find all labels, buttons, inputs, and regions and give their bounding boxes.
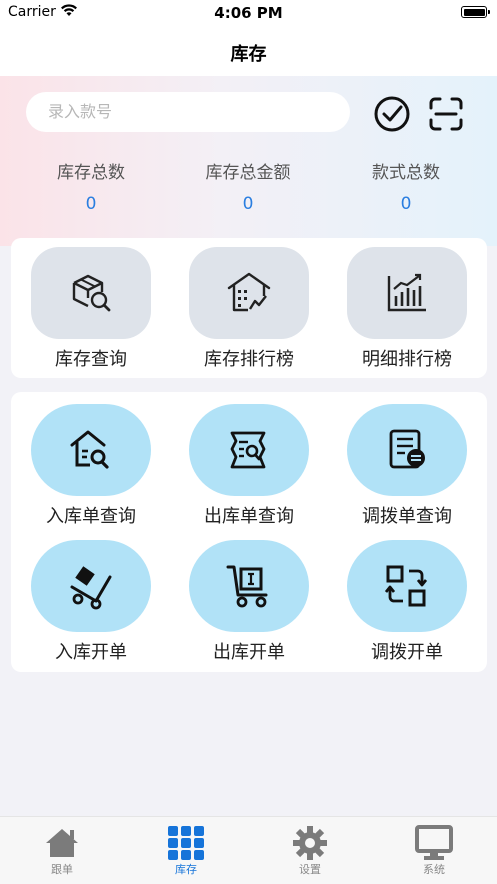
tile-label: 入库开单 [55,642,127,663]
search-input[interactable]: 录入款号 [26,92,350,132]
tile-bubble [189,404,309,496]
tile-inventory-ranking[interactable]: 库存排行榜 [169,247,329,371]
nav-bar: 库存 [0,28,497,76]
tile-label: 库存排行榜 [204,349,294,370]
stat-label: 款式总数 [372,163,440,183]
stat-value: 0 [400,194,412,214]
box-search-icon [72,274,111,312]
document-search-icon [230,431,266,469]
reports-card: 库存查询 库存排行榜 明细排行榜 [11,238,487,378]
status-bar: Carrier 4:06 PM [0,0,497,28]
tile-label: 调拨单查询 [362,506,452,527]
bar-chart-icon [387,273,426,312]
monitor-icon [415,825,453,860]
tab-bar: 跟单 库存 设置 系统 [0,816,497,884]
tile-label: 出库单查询 [204,506,294,527]
gear-icon [293,826,327,860]
check-circle-icon[interactable] [373,95,411,133]
tile-bubble [189,247,309,339]
tile-inventory-query[interactable]: 库存查询 [11,247,171,371]
tile-label: 明细排行榜 [362,349,452,370]
stat-total-count: 库存总数 0 [11,158,171,214]
stat-label: 库存总数 [57,163,125,183]
tile-bubble [347,404,467,496]
stat-style-count: 款式总数 0 [326,158,486,214]
scan-icon[interactable] [427,95,465,133]
stat-label: 库存总金额 [205,163,291,183]
home-icon [46,829,78,857]
tab-inventory[interactable]: 库存 [156,825,216,877]
tile-stock-in-query[interactable]: 入库单查询 [11,404,171,528]
grid-icon [168,826,204,860]
swap-icon [384,565,428,607]
tab-label: 设置 [299,863,321,876]
tile-detail-ranking[interactable]: 明细排行榜 [327,247,487,371]
orders-card: 入库单查询 出库单查询 调拨单查询 入库开单 出库开单 调拨开单 [11,392,487,672]
search-placeholder: 录入款号 [48,102,113,121]
tile-label: 库存查询 [55,349,127,370]
tab-settings[interactable]: 设置 [280,825,340,877]
house-search-icon [70,430,109,469]
tile-transfer-query[interactable]: 调拨单查询 [327,404,487,528]
tab-system[interactable]: 系统 [404,825,464,877]
clock: 4:06 PM [214,4,283,22]
tile-label: 出库开单 [213,642,285,663]
tile-bubble [31,540,151,632]
tile-label: 调拨开单 [371,642,443,663]
tab-follow[interactable]: 跟单 [32,825,92,877]
tile-stock-out-create[interactable]: 出库开单 [169,540,329,664]
stat-value: 0 [242,194,254,214]
cart-icon [226,565,268,608]
tile-bubble [347,540,467,632]
tab-label: 库存 [175,863,197,876]
hand-truck-icon [70,566,112,610]
tile-bubble [189,540,309,632]
tab-label: 系统 [423,863,445,876]
tile-label: 入库单查询 [46,506,136,527]
stat-total-amount: 库存总金额 0 [168,158,328,214]
stat-value: 0 [85,194,97,214]
tile-stock-out-query[interactable]: 出库单查询 [169,404,329,528]
tile-bubble [31,404,151,496]
tile-stock-in-create[interactable]: 入库开单 [11,540,171,664]
tile-bubble [347,247,467,339]
warehouse-chart-icon [227,272,271,312]
battery-icon [461,6,490,18]
transfer-document-icon [389,429,425,469]
tile-transfer-create[interactable]: 调拨开单 [327,540,487,664]
tile-bubble [31,247,151,339]
page-title: 库存 [230,44,267,65]
tab-label: 跟单 [51,863,73,876]
